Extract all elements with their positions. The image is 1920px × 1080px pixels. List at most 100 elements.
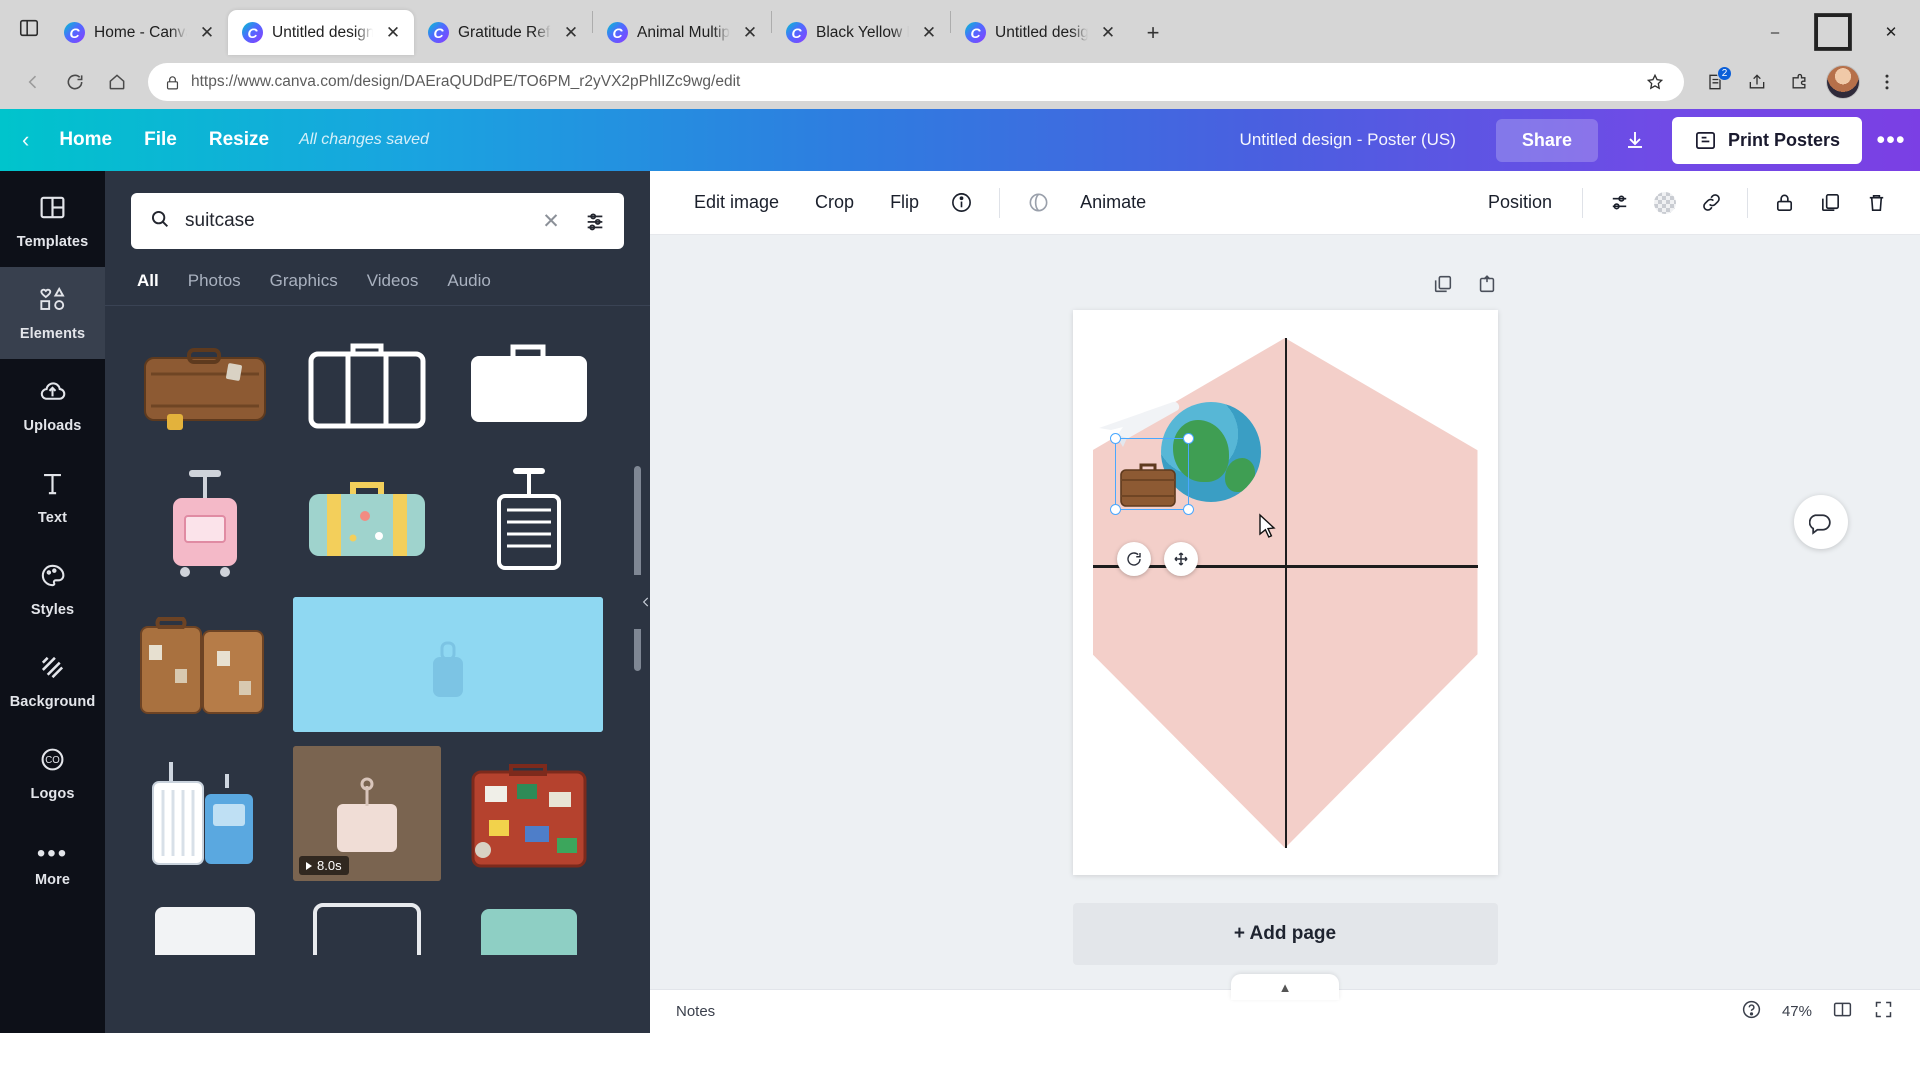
share-icon[interactable]: [1738, 63, 1776, 101]
sidebar-item-uploads[interactable]: Uploads: [0, 359, 105, 451]
move-icon[interactable]: [1164, 542, 1198, 576]
result-item[interactable]: [455, 458, 603, 583]
tab-close-icon[interactable]: ✕: [560, 22, 582, 44]
tab-close-icon[interactable]: ✕: [382, 22, 404, 44]
tab-photos[interactable]: Photos: [188, 271, 241, 291]
filter-sliders-icon[interactable]: [580, 206, 610, 236]
search-input[interactable]: [185, 210, 522, 232]
result-item[interactable]: [131, 597, 279, 732]
browser-tab-5[interactable]: C Untitled design - Pr ✕: [951, 10, 1129, 55]
animate-icon[interactable]: [1016, 181, 1060, 225]
chevron-up-icon[interactable]: ▲: [1231, 974, 1339, 1000]
add-page-button[interactable]: + Add page: [1073, 903, 1498, 965]
notes-button[interactable]: Notes: [676, 1003, 715, 1020]
trash-icon[interactable]: [1854, 181, 1898, 225]
sidebar-item-text[interactable]: Text: [0, 451, 105, 543]
window-maximize-button[interactable]: [1804, 9, 1862, 55]
result-item[interactable]: [293, 458, 441, 583]
browser-extensions-icon[interactable]: [1780, 63, 1818, 101]
design-title[interactable]: Untitled design - Poster (US): [1226, 122, 1470, 158]
header-more-button[interactable]: •••: [1862, 117, 1920, 163]
result-item[interactable]: [131, 746, 279, 881]
link-icon[interactable]: [1689, 181, 1733, 225]
lock-icon[interactable]: [1762, 181, 1806, 225]
tab-search-icon[interactable]: [8, 0, 50, 55]
browser-tab-0[interactable]: C Home - Canva ✕: [50, 10, 228, 55]
resize-handle[interactable]: [1110, 433, 1121, 444]
expand-icon[interactable]: [1873, 999, 1894, 1024]
sidebar-item-more[interactable]: ••• More: [0, 819, 105, 911]
tab-graphics[interactable]: Graphics: [270, 271, 338, 291]
help-icon[interactable]: [1741, 999, 1762, 1024]
result-item[interactable]: 8.0s: [293, 746, 441, 881]
divider-line-vertical[interactable]: [1285, 338, 1288, 848]
edit-image-button[interactable]: Edit image: [678, 183, 795, 222]
back-button[interactable]: [14, 63, 52, 101]
zoom-level[interactable]: 47%: [1782, 1003, 1812, 1020]
result-item[interactable]: [293, 324, 441, 444]
duplicate-page-icon[interactable]: [1432, 273, 1454, 300]
new-tab-button[interactable]: +: [1135, 15, 1171, 51]
info-circle-icon[interactable]: [939, 181, 983, 225]
panel-collapse-button[interactable]: [634, 575, 650, 629]
browser-settings-icon[interactable]: [1868, 63, 1906, 101]
design-page[interactable]: [1073, 310, 1498, 875]
tab-audio[interactable]: Audio: [447, 271, 490, 291]
resize-handle[interactable]: [1183, 504, 1194, 515]
resize-handle[interactable]: [1110, 504, 1121, 515]
browser-tab-3[interactable]: C Animal Multiplicatio ✕: [593, 10, 771, 55]
comment-icon[interactable]: [1794, 495, 1848, 549]
position-button[interactable]: Position: [1472, 183, 1568, 222]
browser-tab-2[interactable]: C Gratitude Reflection ✕: [414, 10, 592, 55]
address-bar[interactable]: https://www.canva.com/design/DAEraQUDdPE…: [148, 63, 1684, 101]
header-file-menu[interactable]: File: [128, 121, 193, 159]
result-item[interactable]: [131, 458, 279, 583]
window-minimize-button[interactable]: –: [1746, 9, 1804, 55]
sidebar-item-styles[interactable]: Styles: [0, 543, 105, 635]
transparency-icon[interactable]: [1597, 181, 1641, 225]
tab-videos[interactable]: Videos: [367, 271, 419, 291]
panel-scrollbar[interactable]: [634, 466, 641, 671]
header-resize-button[interactable]: Resize: [193, 121, 285, 159]
browser-tab-1[interactable]: C Untitled design - Po ✕: [228, 10, 414, 55]
tab-close-icon[interactable]: ✕: [1097, 22, 1119, 44]
result-item[interactable]: [293, 597, 603, 732]
reload-button[interactable]: [56, 63, 94, 101]
window-close-button[interactable]: ✕: [1862, 9, 1920, 55]
collections-icon[interactable]: 2: [1696, 63, 1734, 101]
result-item[interactable]: [455, 895, 603, 955]
result-item[interactable]: [131, 895, 279, 955]
resize-handle[interactable]: [1183, 433, 1194, 444]
rotate-icon[interactable]: [1117, 542, 1151, 576]
close-icon[interactable]: ✕: [536, 206, 566, 236]
home-button[interactable]: [98, 63, 136, 101]
profile-avatar[interactable]: [1826, 65, 1860, 99]
tab-close-icon[interactable]: ✕: [739, 22, 761, 44]
print-posters-button[interactable]: Print Posters: [1672, 117, 1862, 164]
favorite-star-icon[interactable]: [1636, 63, 1674, 101]
sidebar-item-logos[interactable]: CO Logos: [0, 727, 105, 819]
header-home-button[interactable]: Home: [43, 121, 128, 159]
grid-view-icon[interactable]: [1832, 999, 1853, 1024]
result-item[interactable]: [455, 324, 603, 444]
checkerboard-icon[interactable]: [1643, 181, 1687, 225]
sidebar-item-templates[interactable]: Templates: [0, 175, 105, 267]
flip-button[interactable]: Flip: [874, 183, 935, 222]
share-button[interactable]: Share: [1496, 119, 1598, 162]
result-item[interactable]: [293, 895, 441, 955]
back-chevron-icon[interactable]: ‹: [22, 127, 29, 153]
tab-close-icon[interactable]: ✕: [196, 22, 218, 44]
search-box[interactable]: ✕: [131, 193, 624, 249]
download-icon[interactable]: [1608, 118, 1662, 162]
sidebar-item-elements[interactable]: Elements: [0, 267, 105, 359]
result-item[interactable]: [455, 746, 603, 881]
tab-all[interactable]: All: [137, 271, 159, 291]
tab-close-icon[interactable]: ✕: [918, 22, 940, 44]
animate-button[interactable]: Animate: [1064, 183, 1162, 222]
sidebar-item-background[interactable]: Background: [0, 635, 105, 727]
result-item[interactable]: [131, 324, 279, 444]
duplicate-icon[interactable]: [1808, 181, 1852, 225]
selection-bounding-box[interactable]: [1115, 438, 1189, 510]
browser-tab-4[interactable]: C Black Yellow Dark S ✕: [772, 10, 950, 55]
crop-button[interactable]: Crop: [799, 183, 870, 222]
